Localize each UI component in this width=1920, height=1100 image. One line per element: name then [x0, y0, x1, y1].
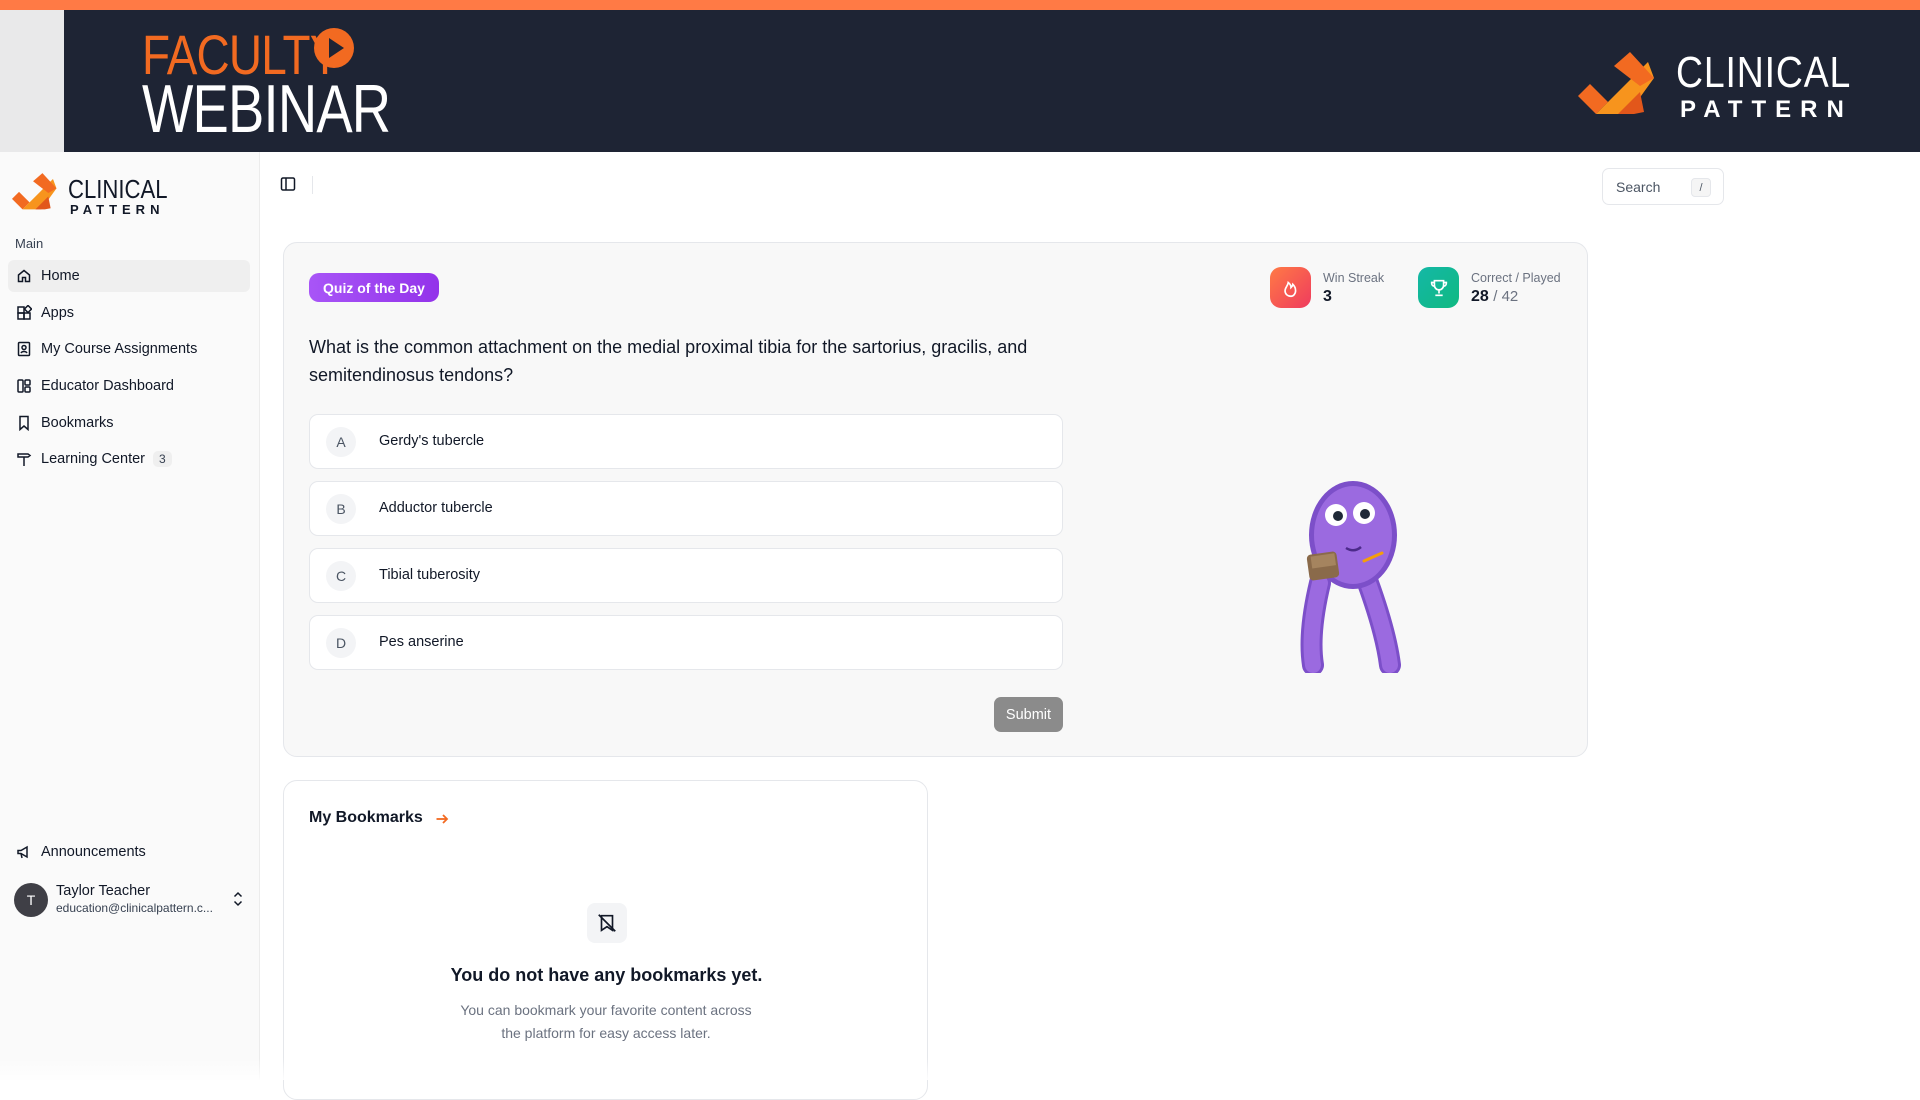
apps-icon [16, 304, 32, 321]
answer-option-a[interactable]: A Gerdy's tubercle [309, 414, 1063, 469]
answer-letter: B [326, 494, 356, 524]
answer-letter: D [326, 628, 356, 658]
sidebar-toggle-icon[interactable] [280, 176, 296, 192]
correct-played-value: 28 / 42 [1471, 288, 1518, 306]
sidebar-brand-line1: CLINICAL [68, 174, 168, 204]
bookmark-icon [16, 415, 32, 431]
empty-state-title: You do not have any bookmarks yet. [450, 965, 763, 985]
sidebar-item-apps[interactable]: Apps [8, 297, 250, 329]
played-count: / 42 [1493, 288, 1519, 305]
sidebar-item-label: Educator Dashboard [41, 378, 174, 395]
win-streak-label: Win Streak [1323, 271, 1385, 285]
sidebar-item-educator-dashboard[interactable]: Educator Dashboard [8, 370, 250, 402]
webinar-label: WEBINAR [142, 71, 391, 147]
sidebar-item-label: Apps [41, 304, 75, 321]
sidebar-item-bookmarks[interactable]: Bookmarks [8, 407, 250, 439]
bookmark-off-icon [587, 903, 627, 943]
win-streak-stat: Win Streak 3 [1270, 267, 1390, 309]
banner-left-margin [0, 10, 64, 152]
answer-text: Adductor tubercle [379, 500, 493, 516]
sidebar-item-label: Bookmarks [41, 414, 114, 431]
search-input[interactable]: Search / [1602, 168, 1724, 205]
sidebar-item-label: Learning Center [41, 451, 145, 468]
search-shortcut-key: / [1691, 178, 1711, 197]
answer-text: Tibial tuberosity [379, 567, 481, 583]
answer-option-b[interactable]: B Adductor tubercle [309, 481, 1063, 536]
search-placeholder: Search [1616, 179, 1661, 195]
answer-letter: C [326, 561, 356, 591]
sidebar-item-course-assignments[interactable]: My Course Assignments [8, 333, 250, 365]
submit-button[interactable]: Submit [994, 697, 1063, 732]
home-icon [16, 268, 32, 284]
signpost-icon [16, 451, 32, 467]
answer-options: A Gerdy's tubercle B Adductor tubercle C… [309, 414, 1063, 682]
sidebar-item-learning-center[interactable]: Learning Center 3 [8, 443, 250, 475]
sidebar-item-home[interactable]: Home [8, 260, 250, 292]
quiz-mascot-illustration [1300, 481, 1401, 673]
assignment-icon [16, 341, 32, 357]
play-icon [314, 28, 354, 68]
dashboard-icon [16, 378, 32, 394]
sidebar-item-announcements[interactable]: Announcements [16, 840, 146, 864]
correct-count: 28 [1471, 288, 1489, 305]
answer-letter: A [326, 427, 356, 457]
quiz-question: What is the common attachment on the med… [309, 337, 1028, 385]
sidebar-logo-icon [12, 173, 57, 210]
user-email: education@clinicalpattern.c... [56, 901, 213, 915]
toolbar-divider [312, 176, 313, 194]
answer-option-c[interactable]: C Tibial tuberosity [309, 548, 1063, 603]
user-name: Taylor Teacher [56, 883, 151, 899]
announcements-label: Announcements [41, 844, 146, 860]
answer-option-d[interactable]: D Pes anserine [309, 615, 1063, 670]
trophy-icon [1418, 267, 1459, 308]
correct-played-stat: Correct / Played 28 / 42 [1418, 267, 1568, 309]
my-bookmarks-card: My Bookmarks You do not have any bookmar… [283, 780, 928, 1100]
answer-text: Gerdy's tubercle [379, 433, 485, 449]
sidebar-item-label: Home [41, 268, 80, 284]
clinical-pattern-logo-icon [1578, 52, 1654, 114]
answer-text: Pes anserine [379, 634, 464, 650]
sidebar-section-label: Main [15, 236, 44, 251]
sidebar-item-label: My Course Assignments [41, 341, 198, 358]
chevrons-up-down-icon [233, 891, 243, 907]
bottom-fade [0, 1058, 1920, 1080]
empty-state-description: You can bookmark your favorite content a… [460, 1002, 752, 1041]
correct-played-label: Correct / Played [1471, 271, 1561, 285]
win-streak-value: 3 [1323, 288, 1332, 305]
banner-brand-line1: CLINICAL [1676, 48, 1852, 97]
user-menu[interactable]: T Taylor Teacher education@clinicalpatte… [14, 880, 246, 922]
top-accent-stripe [0, 0, 1920, 10]
banner-brand-line2: PATTERN [1680, 96, 1853, 123]
quiz-badge: Quiz of the Day [309, 273, 439, 302]
avatar: T [14, 883, 48, 917]
learning-center-count-badge: 3 [153, 451, 172, 468]
megaphone-icon [16, 844, 32, 860]
sidebar-brand-line2: PATTERN [70, 202, 165, 217]
arrow-right-icon[interactable] [434, 811, 450, 827]
sidebar-nav: Home Apps My Course Assignments Educator… [8, 260, 250, 480]
flame-icon [1270, 267, 1311, 308]
bookmarks-title-link[interactable]: My Bookmarks [309, 809, 423, 827]
sidebar: CLINICAL PATTERN Main Home Apps My Cours… [0, 152, 260, 1080]
quiz-of-the-day-card: Quiz of the Day What is the common attac… [283, 242, 1588, 757]
